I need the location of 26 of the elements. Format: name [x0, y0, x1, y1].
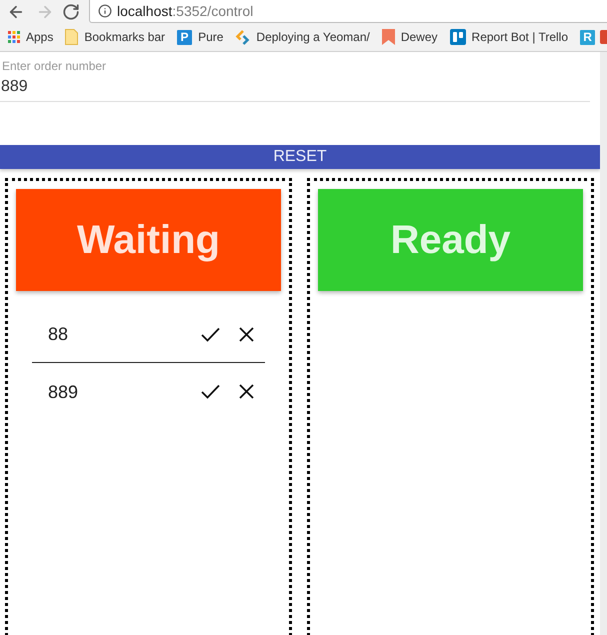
letter-logo-icon: P: [177, 30, 192, 44]
bookmark-link[interactable]: Report Bot | Trello: [450, 28, 568, 46]
status-banner: Ready: [318, 189, 583, 291]
apps-grid-icon: [8, 31, 20, 43]
bookmark-link[interactable]: Dewey: [382, 28, 438, 46]
bookmark-link[interactable]: Bookmarks bar: [65, 28, 166, 46]
order-number-field[interactable]: Enter order number 889: [0, 59, 590, 102]
reload-icon: [62, 2, 80, 20]
info-icon[interactable]: [98, 4, 112, 18]
bookmark-link[interactable]: P Pure: [177, 28, 224, 46]
reset-button[interactable]: RESET: [0, 145, 600, 169]
bookmark-link[interactable]: Deploying a Yeoman/: [235, 28, 370, 46]
order-number: 889: [48, 382, 78, 400]
chevron-logo-icon: [235, 30, 250, 44]
reload-button[interactable]: [62, 2, 80, 20]
address-bar[interactable]: localhost:5352/control: [89, 0, 607, 23]
order-number: 88: [48, 325, 68, 343]
folder-icon: [65, 29, 78, 45]
status-banner: Waiting: [16, 189, 281, 291]
bookmark-link[interactable]: Apps: [8, 28, 54, 46]
close-icon[interactable]: [239, 326, 254, 342]
check-icon[interactable]: [201, 326, 220, 342]
close-icon[interactable]: [239, 384, 254, 399]
board-logo-icon: [450, 29, 466, 45]
bookmark-ribbon-icon: [382, 29, 395, 45]
check-icon[interactable]: [201, 384, 220, 399]
